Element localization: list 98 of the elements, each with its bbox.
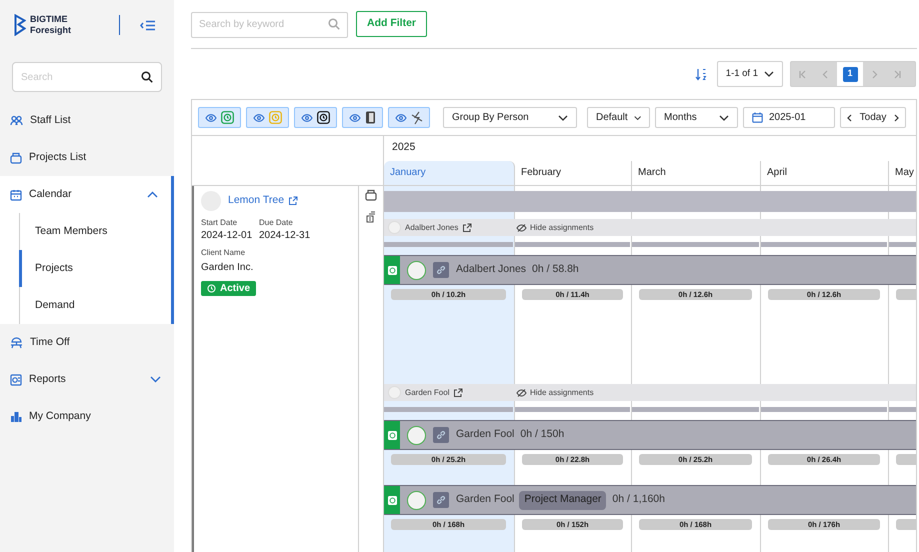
collapse-menu-icon[interactable] xyxy=(140,20,156,30)
eye-icon xyxy=(349,114,361,122)
logo-text: BIGTIME xyxy=(30,14,68,25)
calendar-icon xyxy=(752,112,763,123)
caret-icon xyxy=(719,114,729,120)
month-header: May xyxy=(895,166,914,180)
nav-item[interactable]: My Company xyxy=(0,398,174,435)
month-header: March xyxy=(638,166,666,180)
link-icon xyxy=(436,430,446,440)
eye-icon xyxy=(301,114,313,122)
list-icon[interactable] xyxy=(366,211,376,223)
caret-icon xyxy=(764,71,774,77)
people-icon xyxy=(10,114,23,126)
next-icon[interactable] xyxy=(894,114,899,122)
report-icon xyxy=(10,374,22,386)
link-button[interactable] xyxy=(433,492,449,508)
clock-icon xyxy=(388,266,396,274)
today-button[interactable]: Today xyxy=(840,107,906,128)
view-toggle-button[interactable] xyxy=(198,107,241,128)
clock-icon xyxy=(207,284,216,293)
month-header: January xyxy=(390,166,426,180)
due-date: 2024-12-31 xyxy=(259,229,312,242)
link-icon xyxy=(436,265,446,275)
logo-icon xyxy=(14,14,26,36)
sun-lounger-icon xyxy=(10,336,23,348)
nav-item[interactable]: Calendar xyxy=(0,176,171,213)
eye-icon xyxy=(205,114,217,122)
link-button[interactable] xyxy=(433,427,449,443)
caret-icon xyxy=(634,114,641,120)
link-button[interactable] xyxy=(433,262,449,278)
clock-icon xyxy=(269,111,282,124)
assignment-total: 0h / 150h xyxy=(520,427,564,442)
person-name: Adalbert Jones xyxy=(405,222,458,234)
chevron-down-icon[interactable] xyxy=(150,376,161,383)
field-label: Start Date xyxy=(201,217,238,229)
assignee-name: Garden Fool xyxy=(456,492,514,508)
folder-icon[interactable] xyxy=(365,189,377,201)
eye-icon xyxy=(253,114,265,122)
group-by-dropdown[interactable]: Group By Person xyxy=(443,107,577,128)
nav-item[interactable]: Reports xyxy=(0,361,174,398)
view-toggle-button[interactable] xyxy=(388,107,430,128)
assignee-name: Adalbert Jones xyxy=(456,262,526,278)
nav-subitem[interactable]: Projects xyxy=(19,250,171,287)
nav-item[interactable]: Projects List xyxy=(0,139,174,176)
clock-icon xyxy=(388,430,396,440)
folder-icon xyxy=(10,152,22,164)
date-field[interactable]: 2025-01 xyxy=(743,107,835,128)
eye-slash-icon xyxy=(516,224,527,232)
clock-icon xyxy=(388,496,396,504)
view-toggle-button[interactable] xyxy=(246,107,289,128)
crossed-bolt-icon xyxy=(411,110,423,124)
avatar xyxy=(407,426,426,444)
hide-assignments-button[interactable]: Hide assignments xyxy=(516,222,594,234)
clock-icon xyxy=(317,111,330,124)
calendar-icon xyxy=(10,188,22,200)
sort-icon[interactable] xyxy=(694,68,707,80)
link-icon xyxy=(436,495,446,505)
hide-assignments-button[interactable]: Hide assignments xyxy=(516,386,594,398)
previous-icon[interactable] xyxy=(847,114,852,122)
external-link-icon[interactable] xyxy=(453,388,464,398)
nav-item[interactable]: Time Off xyxy=(0,324,174,361)
project-name-link[interactable]: Lemon Tree xyxy=(228,193,284,209)
nav-item[interactable]: Staff List xyxy=(0,102,174,139)
building-icon xyxy=(10,410,22,422)
assignment-total: 0h / 1,160h xyxy=(612,492,665,508)
external-link-icon[interactable] xyxy=(462,222,472,232)
external-link-icon[interactable] xyxy=(288,196,298,206)
avatar xyxy=(407,260,426,280)
clock-icon xyxy=(221,111,234,124)
field-label: Client Name xyxy=(201,247,246,259)
month-header: April xyxy=(767,166,788,180)
role-badge: Project Manager xyxy=(519,490,606,510)
view-toggle-button[interactable] xyxy=(294,107,337,128)
view-toggle-button[interactable] xyxy=(342,107,383,128)
person-name: Garden Fool xyxy=(405,386,450,398)
sort-dropdown[interactable]: Default xyxy=(587,107,650,128)
client-name: Garden Inc. xyxy=(201,261,254,275)
caret-icon xyxy=(558,114,568,120)
assignment-total: 0h / 58.8h xyxy=(532,262,579,278)
chevron-up-icon[interactable] xyxy=(147,191,158,198)
nav-subitem[interactable]: Team Members xyxy=(19,213,171,250)
keyword-search-field[interactable]: Search by keyword xyxy=(191,12,348,38)
search-icon[interactable] xyxy=(141,71,153,83)
assignee-name: Garden Fool xyxy=(456,427,514,442)
nav-subitem[interactable]: Demand xyxy=(19,287,171,324)
book-icon xyxy=(365,111,376,124)
avatar xyxy=(407,490,426,510)
month-header: February xyxy=(521,166,562,180)
page-size-dropdown[interactable]: 1-1 of 1 xyxy=(716,61,783,87)
eye-slash-icon xyxy=(516,388,527,396)
start-date: 2024-12-01 xyxy=(201,229,254,242)
logo-subtitle: Foresight xyxy=(30,25,72,36)
scale-dropdown[interactable]: Months xyxy=(655,107,738,128)
eye-icon xyxy=(395,114,407,122)
page-button[interactable]: 1 xyxy=(842,66,858,82)
year-label: 2025 xyxy=(392,140,416,156)
field-label: Due Date xyxy=(259,217,294,229)
status-badge: Active xyxy=(201,281,256,296)
